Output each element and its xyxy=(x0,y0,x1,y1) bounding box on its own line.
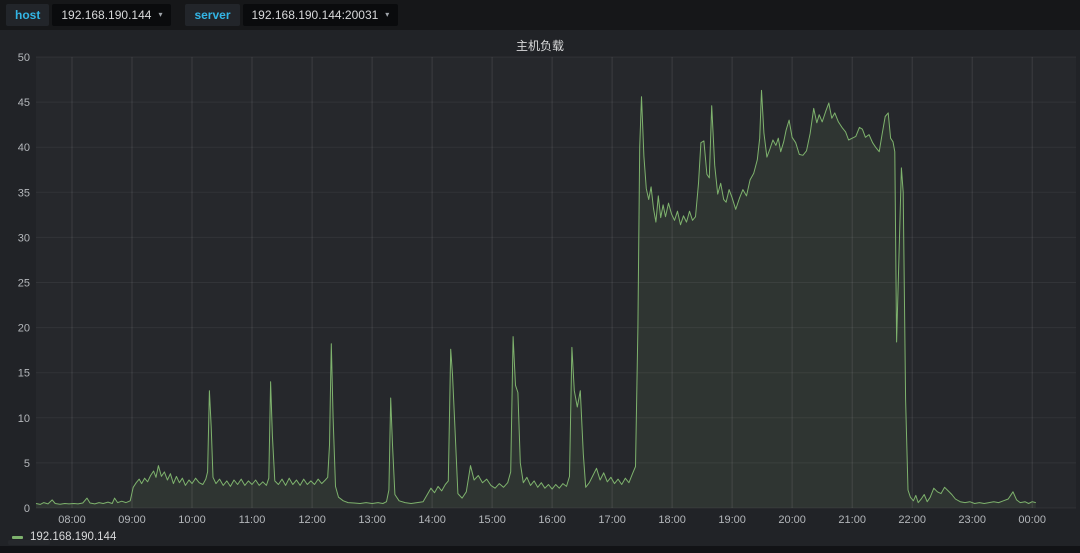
variables-bar: host 192.168.190.144 ▾ server 192.168.19… xyxy=(0,0,1080,30)
x-tick-label: 13:00 xyxy=(358,514,386,526)
var-host-value: 192.168.190.144 xyxy=(61,8,151,22)
scrollbar-thumb[interactable] xyxy=(8,540,50,545)
x-tick-label: 11:00 xyxy=(239,514,266,526)
x-tick-label: 12:00 xyxy=(298,514,326,526)
var-host-dropdown[interactable]: 192.168.190.144 ▾ xyxy=(52,4,171,26)
panel-title[interactable]: 主机负载 xyxy=(0,37,1080,54)
x-tick-label: 19:00 xyxy=(718,514,746,526)
x-tick-label: 16:00 xyxy=(538,514,566,526)
x-tick-label: 22:00 xyxy=(898,514,926,526)
load-chart[interactable]: 0510152025303540455008:0009:0010:0011:00… xyxy=(0,30,1080,546)
y-tick-label: 45 xyxy=(18,97,30,109)
x-tick-label: 00:00 xyxy=(1018,514,1046,526)
y-tick-label: 40 xyxy=(18,142,30,154)
y-tick-label: 10 xyxy=(18,413,30,425)
y-tick-label: 30 xyxy=(18,232,30,244)
bottom-scrollbar-track xyxy=(0,546,1080,553)
y-tick-label: 5 xyxy=(24,458,30,470)
var-group-host: host 192.168.190.144 ▾ xyxy=(6,4,171,26)
x-tick-label: 21:00 xyxy=(838,514,866,526)
x-tick-label: 08:00 xyxy=(58,514,86,526)
x-tick-label: 23:00 xyxy=(958,514,986,526)
x-tick-label: 15:00 xyxy=(478,514,506,526)
y-tick-label: 15 xyxy=(18,368,30,380)
var-group-server: server 192.168.190.144:20031 ▾ xyxy=(185,4,398,26)
chevron-down-icon: ▾ xyxy=(385,8,389,22)
var-host-label: host xyxy=(6,4,49,26)
var-server-dropdown[interactable]: 192.168.190.144:20031 ▾ xyxy=(243,4,399,26)
x-tick-label: 14:00 xyxy=(418,514,446,526)
y-tick-label: 0 xyxy=(24,503,30,515)
x-tick-label: 18:00 xyxy=(658,514,686,526)
x-tick-label: 10:00 xyxy=(178,514,206,526)
dashboard: host 192.168.190.144 ▾ server 192.168.19… xyxy=(0,0,1080,553)
var-server-label: server xyxy=(185,4,239,26)
graph-panel: 0510152025303540455008:0009:0010:0011:00… xyxy=(0,30,1080,546)
x-tick-label: 20:00 xyxy=(778,514,806,526)
chevron-down-icon: ▾ xyxy=(158,8,162,22)
y-tick-label: 25 xyxy=(18,278,30,290)
x-tick-label: 17:00 xyxy=(598,514,626,526)
var-server-value: 192.168.190.144:20031 xyxy=(252,8,379,22)
legend-series-color xyxy=(12,536,23,539)
x-tick-label: 09:00 xyxy=(118,514,146,526)
y-tick-label: 35 xyxy=(18,187,30,199)
y-tick-label: 20 xyxy=(18,323,30,335)
